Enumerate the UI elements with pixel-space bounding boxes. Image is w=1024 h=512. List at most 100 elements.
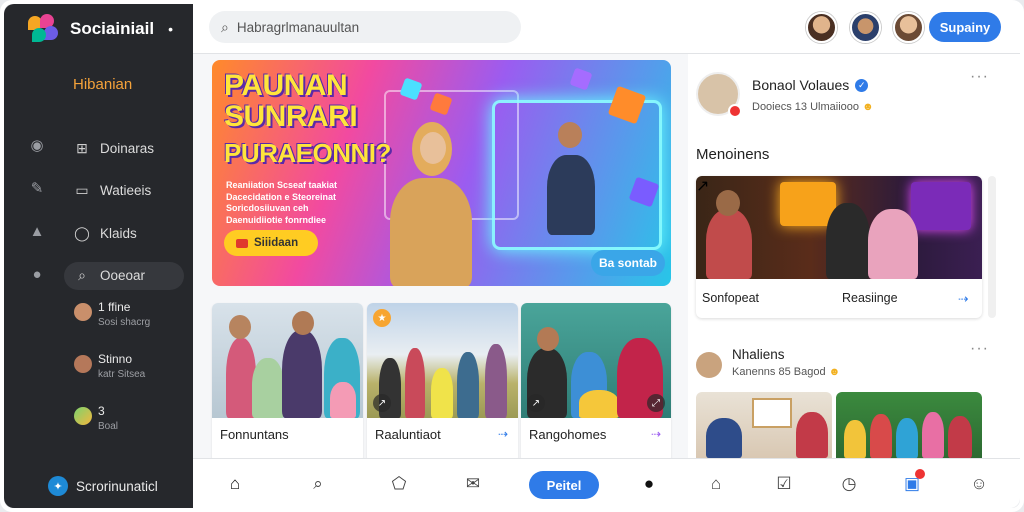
photo-person	[457, 352, 479, 418]
photo-person	[537, 327, 559, 351]
post-author[interactable]: Nhaliens	[732, 347, 785, 362]
card-caption: Rangohomes	[529, 427, 607, 442]
photo-person	[579, 390, 619, 418]
photo-person	[706, 209, 752, 279]
photo-person	[826, 203, 870, 279]
star-icon: ★	[373, 309, 391, 327]
profile-name[interactable]: Bonaol Volaues ✓	[752, 77, 869, 93]
more-options-icon[interactable]: ···	[970, 68, 989, 86]
hero-text-line: Daenuidiiotie fonrndiee	[226, 214, 327, 225]
menu-dot-icon[interactable]: •	[168, 21, 173, 37]
shape-icon[interactable]: ⬠	[388, 473, 410, 495]
contact-item[interactable]: 1 ffine Sosi shacrg	[74, 300, 150, 338]
post-photo[interactable]	[836, 392, 982, 458]
section-label: Hibanian	[73, 76, 133, 93]
hero-title: PAUNAN SUNRARI PURAEONNI?	[224, 70, 391, 169]
avatar[interactable]	[806, 12, 837, 43]
primary-action-button[interactable]: Supainy	[929, 12, 1001, 42]
contact-status: Sosi shacrg	[98, 317, 151, 328]
mail-icon[interactable]: ✉	[462, 473, 484, 495]
hero-title-line: PURAEONNI?	[224, 138, 391, 168]
post-button[interactable]: Peitel	[529, 471, 599, 499]
bookmark-icon: ▭	[75, 182, 89, 198]
hero-secondary-button[interactable]: Ba sontab	[591, 250, 665, 276]
home-icon[interactable]: ⌂	[224, 473, 246, 495]
more-options-icon[interactable]: ···	[970, 340, 989, 358]
share-arrow-icon[interactable]: ⇢	[498, 427, 508, 441]
ticket-icon	[236, 238, 248, 248]
contact-status: katr Sitsea	[98, 369, 146, 380]
photo-person	[485, 344, 507, 418]
app-logo-icon	[26, 14, 62, 44]
sidebar-item-doinaras[interactable]: ⊞ Doinaras	[64, 134, 184, 162]
avatar	[74, 303, 92, 321]
hero-banner[interactable]: PAUNAN SUNRARI PURAEONNI? Reaniiation Sc…	[212, 60, 671, 286]
message-icon[interactable]: ●	[26, 263, 48, 285]
photo-person	[229, 315, 251, 339]
app-name: Sociainiail	[70, 19, 155, 38]
pin-icon[interactable]: ✎	[26, 177, 48, 199]
house-icon[interactable]: ⌂	[705, 473, 727, 495]
hero-title-line: SUNRARI	[224, 100, 358, 133]
share-arrow-icon[interactable]: ⇢	[958, 291, 968, 306]
avatar[interactable]	[893, 12, 924, 43]
bottom-nav: ⌂ ⌕ ⬠ ✉ Peitel ● ⌂ ☑ ◷ ▣ ☺	[193, 458, 1020, 508]
avatar[interactable]	[696, 352, 722, 378]
eye-icon[interactable]: ◉	[26, 134, 48, 156]
photo-person	[716, 190, 740, 216]
photo-person	[844, 420, 866, 458]
photo-person	[405, 348, 425, 418]
sidebar-footer[interactable]: ✦ Scrorinunaticl	[48, 476, 158, 496]
play-icon[interactable]: ↗	[527, 394, 545, 412]
hero-cta-button[interactable]: Siiidaan	[224, 230, 318, 256]
hero-figure	[390, 178, 472, 286]
photo-person	[868, 209, 918, 279]
sidebar-nav: ⊞ Doinaras ▭ Watieeis ◯ Klaids ⌕ Ooeoar	[64, 134, 184, 304]
checklist-icon[interactable]: ☑	[773, 473, 795, 495]
search-box[interactable]: ⌕	[209, 11, 521, 43]
post-meta: Kanenns 85 Bagod ☻	[732, 366, 840, 378]
app-logo[interactable]: Sociainiail •	[26, 14, 173, 44]
hero-text-line: Reaniiation Scseaf taakiat	[226, 180, 338, 190]
user-avatar-icon[interactable]: ☺	[968, 473, 990, 495]
sidebar-item-label: Ooeoar	[100, 268, 146, 283]
sidebar-item-klaids[interactable]: ◯ Klaids	[64, 219, 184, 247]
memories-card[interactable]: ↗ Sonfopeat Reasiinge ⇢	[696, 176, 982, 318]
memory-caption: Reasiinge	[842, 291, 898, 305]
search-icon: ⌕	[78, 267, 86, 283]
memories-photo: ↗	[696, 176, 982, 279]
profile-icon[interactable]: ●	[638, 473, 660, 495]
feed-card[interactable]: Fonnuntans	[212, 303, 363, 463]
sidebar-item-watieeis[interactable]: ▭ Watieeis	[64, 177, 184, 205]
feed-card[interactable]: ↗ ⤢ Rangohomes ⇢	[521, 303, 671, 463]
share-arrow-icon[interactable]: ⇢	[651, 427, 661, 441]
avatar[interactable]	[850, 12, 881, 43]
section-title: Menoinens	[696, 146, 770, 163]
photo-person	[948, 416, 972, 458]
profile-name-text: Bonaol Volaues	[752, 77, 850, 93]
post-photo[interactable]	[696, 392, 832, 458]
photo-board	[752, 398, 792, 428]
expand-icon[interactable]: ⤢	[647, 394, 665, 412]
sidebar-item-label: Watieeis	[100, 183, 152, 198]
hero-decoration	[569, 67, 593, 91]
contact-item[interactable]: Stinno katr Sitsea	[74, 352, 150, 390]
play-icon[interactable]: ↗	[373, 394, 391, 412]
sidebar-item-ooeoar[interactable]: ⌕ Ooeoar	[64, 261, 184, 290]
top-bar: ⌕ Supainy	[193, 4, 1020, 54]
feed-card[interactable]: ★ ↗ Raaluntiaot ⇢	[367, 303, 518, 463]
contact-name: 3	[98, 404, 105, 418]
status-badge	[728, 104, 742, 118]
search-icon[interactable]: ⌕	[307, 473, 329, 495]
photo-person	[896, 418, 918, 458]
globe-icon: ✦	[48, 476, 68, 496]
card-photo: ↗ ⤢	[521, 303, 671, 418]
clock-icon[interactable]: ◷	[838, 473, 860, 495]
contact-item[interactable]: 3 Boal	[74, 404, 150, 442]
next-card-peek[interactable]	[988, 176, 996, 318]
search-input[interactable]	[236, 19, 497, 35]
search-icon: ⌕	[221, 18, 229, 35]
photo-person	[282, 330, 322, 418]
bell-icon[interactable]: ▲	[26, 220, 48, 242]
post-meta-text: Kanenns 85 Bagod	[732, 366, 826, 378]
